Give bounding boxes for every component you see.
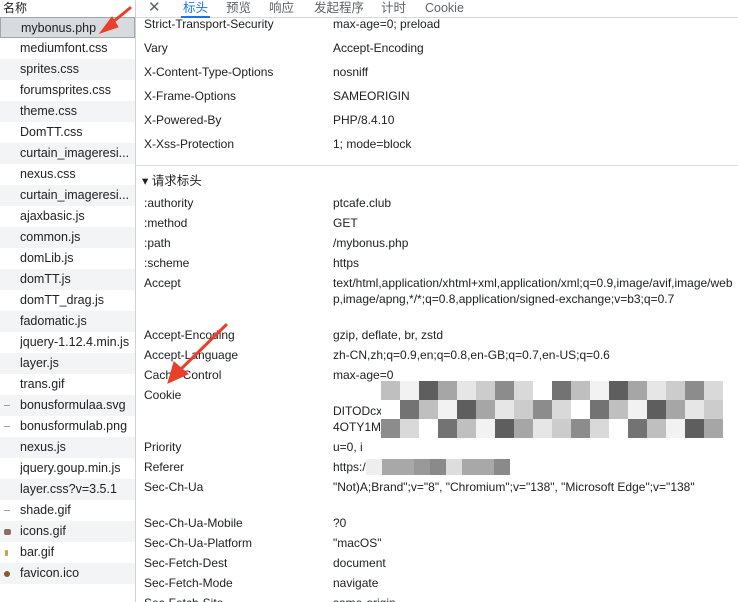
- tab-0[interactable]: 标头: [180, 0, 211, 18]
- red-arrow-annotation: [98, 6, 228, 384]
- tab-5[interactable]: Cookie: [425, 0, 464, 17]
- arrow-to-cookie: [167, 323, 228, 384]
- tab-3[interactable]: 发起程序: [314, 0, 364, 17]
- tab-4[interactable]: 计时: [381, 0, 406, 17]
- close-icon[interactable]: ✕: [148, 0, 162, 17]
- tab-1[interactable]: 预览: [226, 0, 251, 17]
- detail-tab-bar: ✕ 标头 预览 响应 发起程序 计时 Cookie: [136, 0, 738, 18]
- tab-2[interactable]: 响应: [269, 0, 294, 17]
- arrow-to-mybonus: [98, 6, 132, 34]
